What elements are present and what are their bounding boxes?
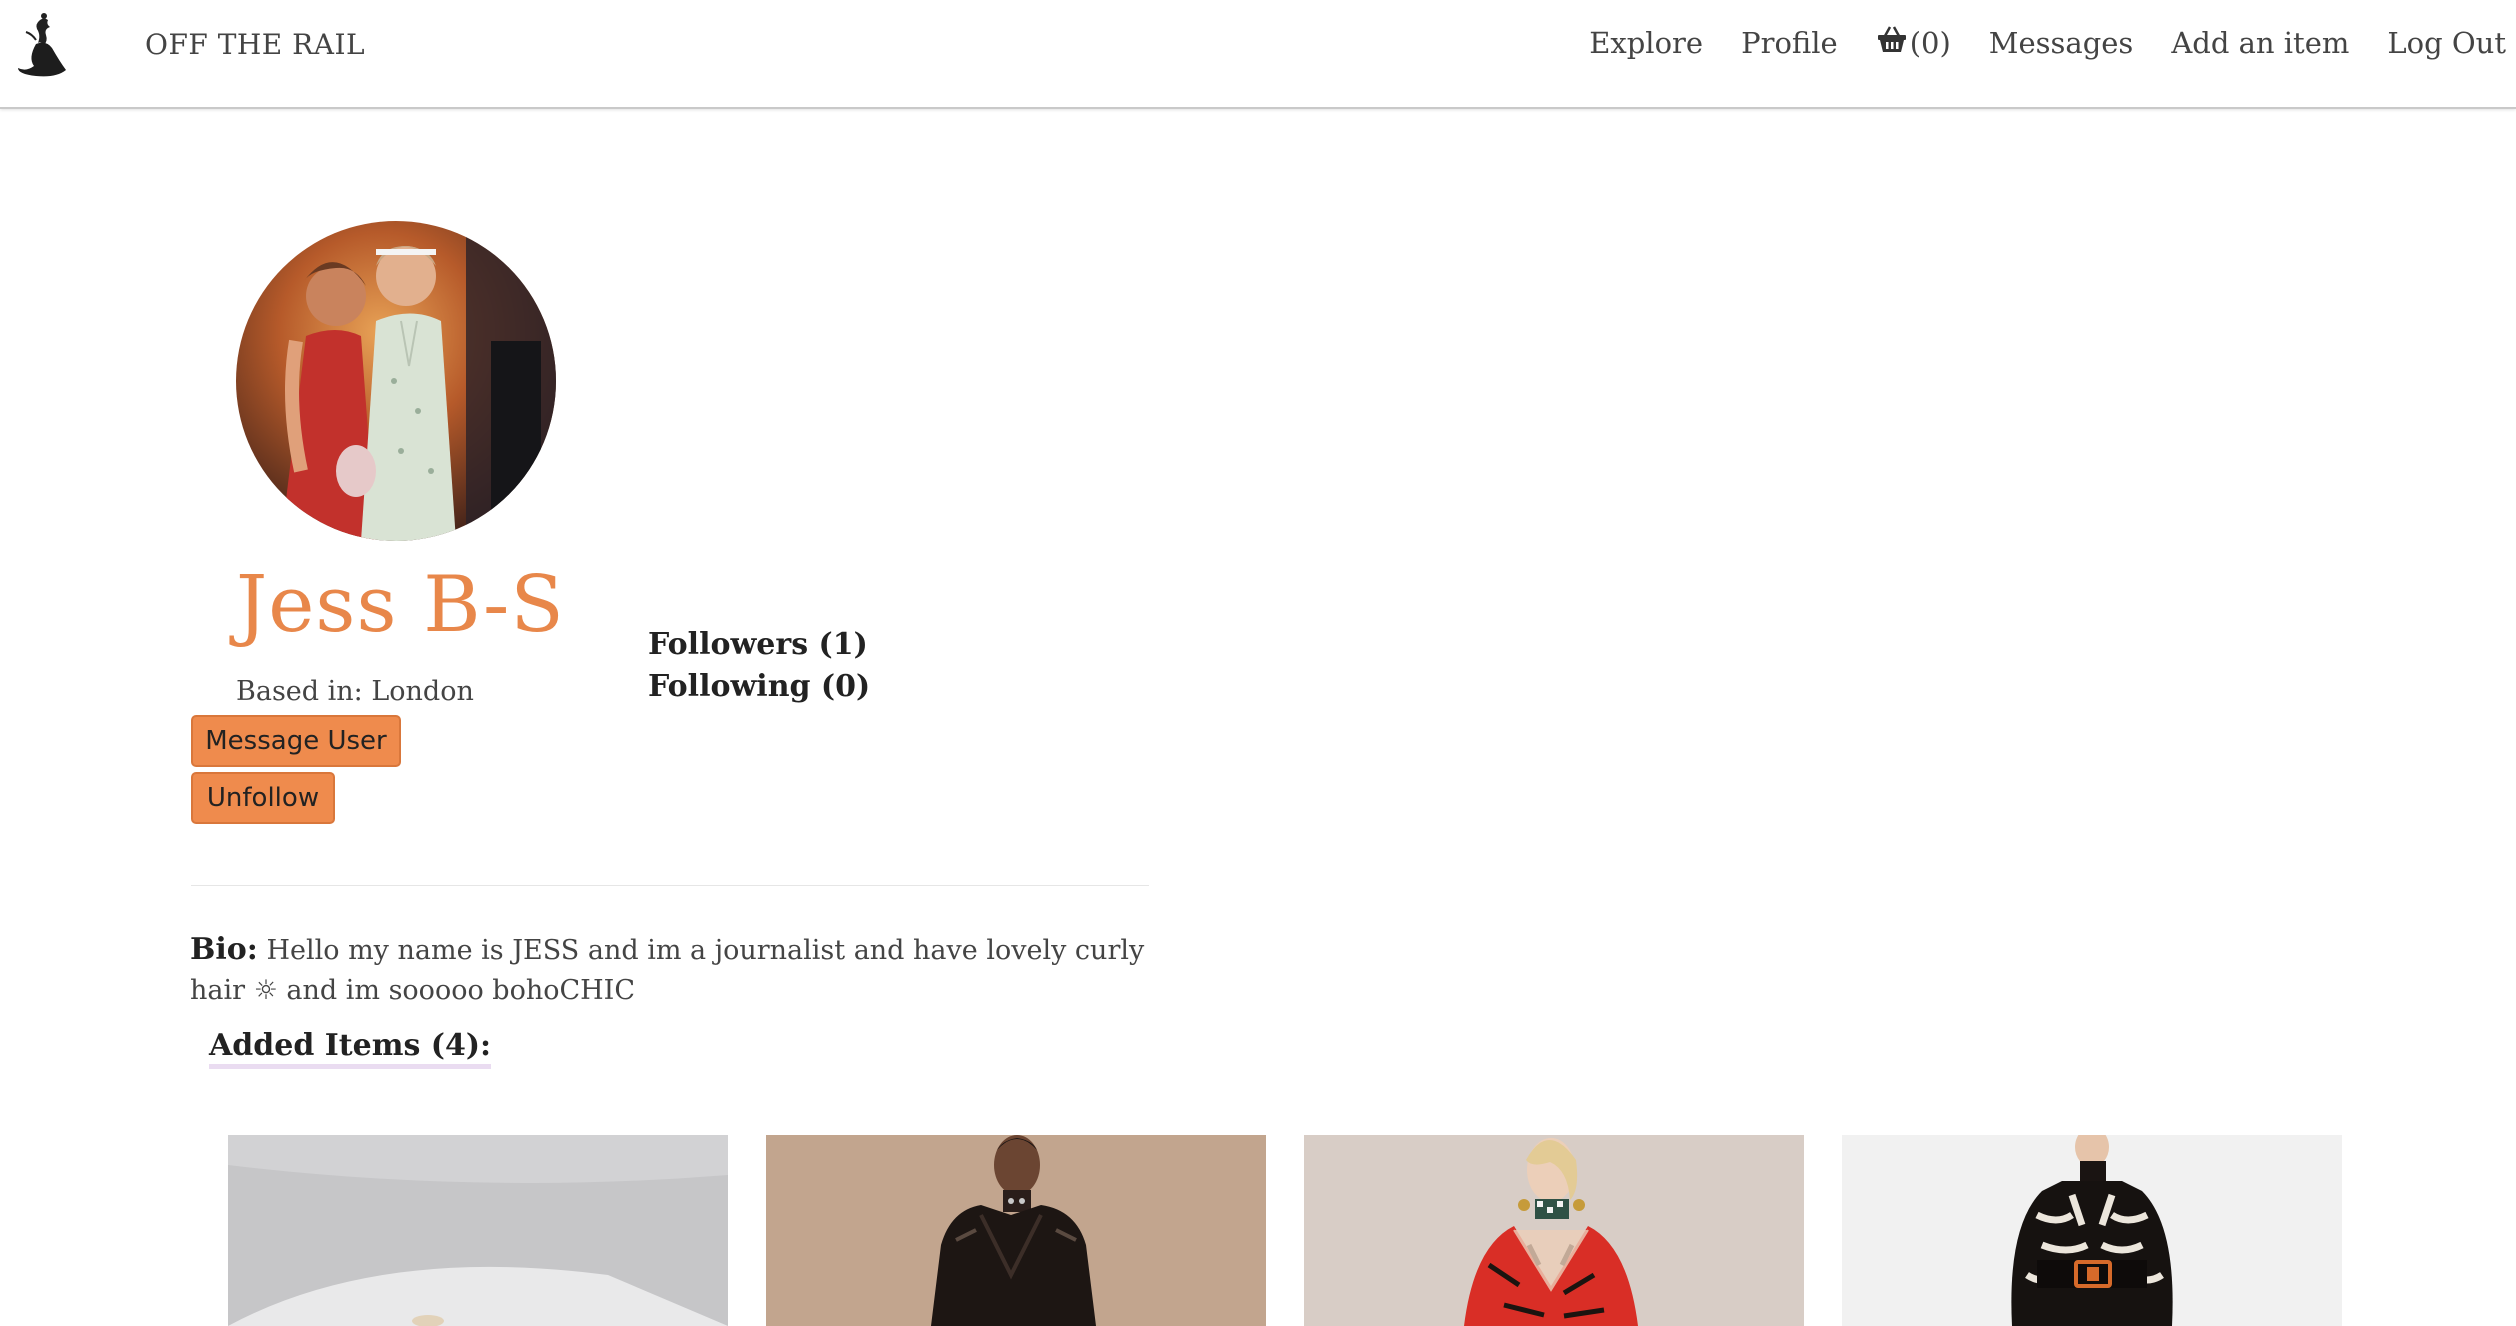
brand-title[interactable]: OFF THE RAIL xyxy=(145,28,365,61)
navbar: OFF THE RAIL Explore Profile (0) Message… xyxy=(0,0,2516,109)
profile-bio: Bio: Hello my name is JESS and im a jour… xyxy=(190,930,1150,1011)
following-count[interactable]: Following (0) xyxy=(648,666,870,708)
item-photo-skeleton-print-knit xyxy=(1842,1135,2342,1326)
nav-add-item[interactable]: Add an item xyxy=(2171,26,2349,60)
nav-explore[interactable]: Explore xyxy=(1589,26,1703,60)
profile-location: Based in: London xyxy=(236,676,474,707)
item-card[interactable] xyxy=(766,1135,1266,1326)
follow-stats: Followers (1) Following (0) xyxy=(648,624,870,708)
divider xyxy=(191,885,1149,886)
nav-messages[interactable]: Messages xyxy=(1989,26,2134,60)
item-card[interactable] xyxy=(1842,1135,2342,1326)
added-items-heading: Added Items (4): xyxy=(209,1028,492,1069)
followers-count[interactable]: Followers (1) xyxy=(648,624,870,666)
unfollow-button[interactable]: Unfollow xyxy=(191,772,335,824)
item-photo-red-tiger-dress xyxy=(1304,1135,1804,1326)
nav-cart[interactable]: (0) xyxy=(1876,26,1951,60)
basket-icon xyxy=(1876,24,1908,54)
bio-label: Bio: xyxy=(190,932,258,967)
nav-links: Explore Profile (0) Messages Add an item… xyxy=(1589,26,2506,60)
bio-text: Hello my name is JESS and im a journalis… xyxy=(190,935,1145,1006)
avatar xyxy=(236,221,556,541)
item-photo-leather-jacket xyxy=(766,1135,1266,1326)
nav-logout[interactable]: Log Out xyxy=(2387,26,2506,60)
item-card[interactable] xyxy=(1304,1135,1804,1326)
item-card[interactable] xyxy=(228,1135,728,1326)
message-user-button[interactable]: Message User xyxy=(191,715,401,767)
item-photo-light-garment xyxy=(228,1135,728,1326)
logo-icon[interactable] xyxy=(16,8,72,80)
nav-profile[interactable]: Profile xyxy=(1741,26,1838,60)
profile-name: Jess B-S xyxy=(236,560,565,650)
cart-count: (0) xyxy=(1909,26,1951,60)
